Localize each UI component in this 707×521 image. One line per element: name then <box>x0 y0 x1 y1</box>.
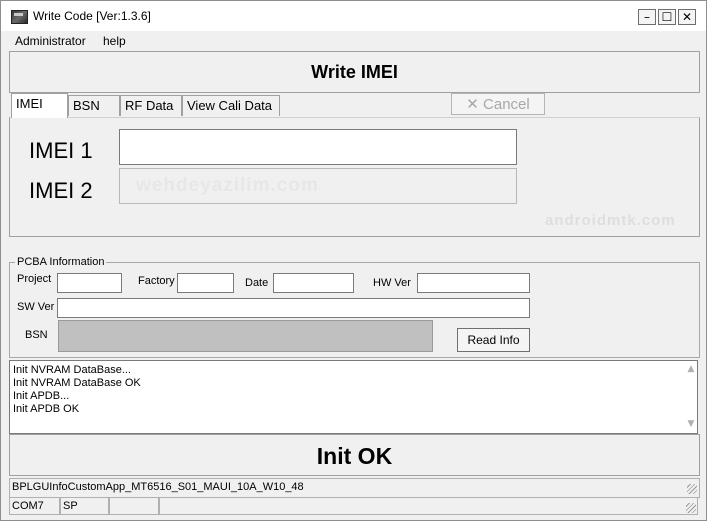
scroll-down-icon[interactable]: ▼ <box>686 419 696 429</box>
resize-grip-icon <box>687 484 697 494</box>
maximize-button[interactable]: ☐ <box>658 9 676 25</box>
read-info-button[interactable]: Read Info <box>457 328 530 352</box>
size-grip-icon[interactable] <box>686 503 696 513</box>
imei1-label: IMEI 1 <box>29 138 93 163</box>
project-label: Project <box>17 273 52 285</box>
window-title: Write Code [Ver:1.3.6] <box>33 9 151 23</box>
mode-cell: SP <box>60 497 109 515</box>
bsn-label: BSN <box>25 329 48 341</box>
menu-administrator[interactable]: Administrator <box>15 34 86 48</box>
date-label: Date <box>245 277 269 289</box>
imei2-label: IMEI 2 <box>29 178 93 203</box>
x-cancel-icon: ✕ <box>466 95 479 113</box>
info-bar: BPLGUInfoCustomApp_MT6516_S01_MAUI_10A_W… <box>9 478 700 498</box>
cancel-label: Cancel <box>483 96 530 113</box>
factory-field[interactable] <box>177 273 234 293</box>
menu-bar: Administrator help <box>1 31 706 51</box>
build-info-text: BPLGUInfoCustomApp_MT6516_S01_MAUI_10A_W… <box>12 481 304 493</box>
watermark-wehdeyazilim: wehdeyazilim.com <box>136 175 319 196</box>
close-button[interactable]: ✕ <box>678 9 696 25</box>
status-panel: Init OK <box>9 434 700 476</box>
app-icon <box>11 10 28 24</box>
sw-ver-field[interactable] <box>57 298 530 318</box>
cancel-button[interactable]: ✕ Cancel <box>451 93 545 115</box>
log-line: Init NVRAM DataBase OK <box>13 377 141 389</box>
header-panel: Write IMEI <box>9 51 700 93</box>
bsn-display <box>58 320 433 352</box>
tab-bsn[interactable]: BSN <box>68 95 120 116</box>
status-text: Init OK <box>316 443 393 469</box>
date-field[interactable] <box>273 273 354 293</box>
sw-ver-label: SW Ver <box>17 301 55 313</box>
log-line: Init NVRAM DataBase... <box>13 364 131 376</box>
menu-help[interactable]: help <box>103 34 126 48</box>
log-line: Init APDB... <box>13 390 70 402</box>
port-cell: COM7 <box>9 497 60 515</box>
factory-label: Factory <box>138 275 175 287</box>
status-cell-main <box>159 497 698 515</box>
hw-ver-label: HW Ver <box>373 277 411 289</box>
watermark-androidmtk: androidmtk.com <box>545 212 676 229</box>
log-textarea[interactable]: Init NVRAM DataBase... Init NVRAM DataBa… <box>9 360 698 434</box>
hw-ver-field[interactable] <box>417 273 530 293</box>
title-bar[interactable]: Write Code [Ver:1.3.6] – ☐ ✕ <box>1 1 706 31</box>
status-bar: COM7 SP <box>9 497 698 515</box>
page-title: Write IMEI <box>311 62 398 82</box>
imei1-input[interactable] <box>119 129 517 165</box>
tab-rf-data[interactable]: RF Data <box>120 95 182 116</box>
tab-imei[interactable]: IMEI <box>11 93 68 118</box>
log-line: Init APDB OK <box>13 403 80 415</box>
minimize-button[interactable]: – <box>638 9 656 25</box>
app-window: Write Code [Ver:1.3.6] – ☐ ✕ Administrat… <box>0 0 707 521</box>
pcba-legend: PCBA Information <box>15 256 107 268</box>
status-cell-empty <box>109 497 159 515</box>
scroll-up-icon[interactable]: ▲ <box>686 364 696 374</box>
project-field[interactable] <box>57 273 122 293</box>
tab-view-cali-data[interactable]: View Cali Data <box>182 95 280 116</box>
